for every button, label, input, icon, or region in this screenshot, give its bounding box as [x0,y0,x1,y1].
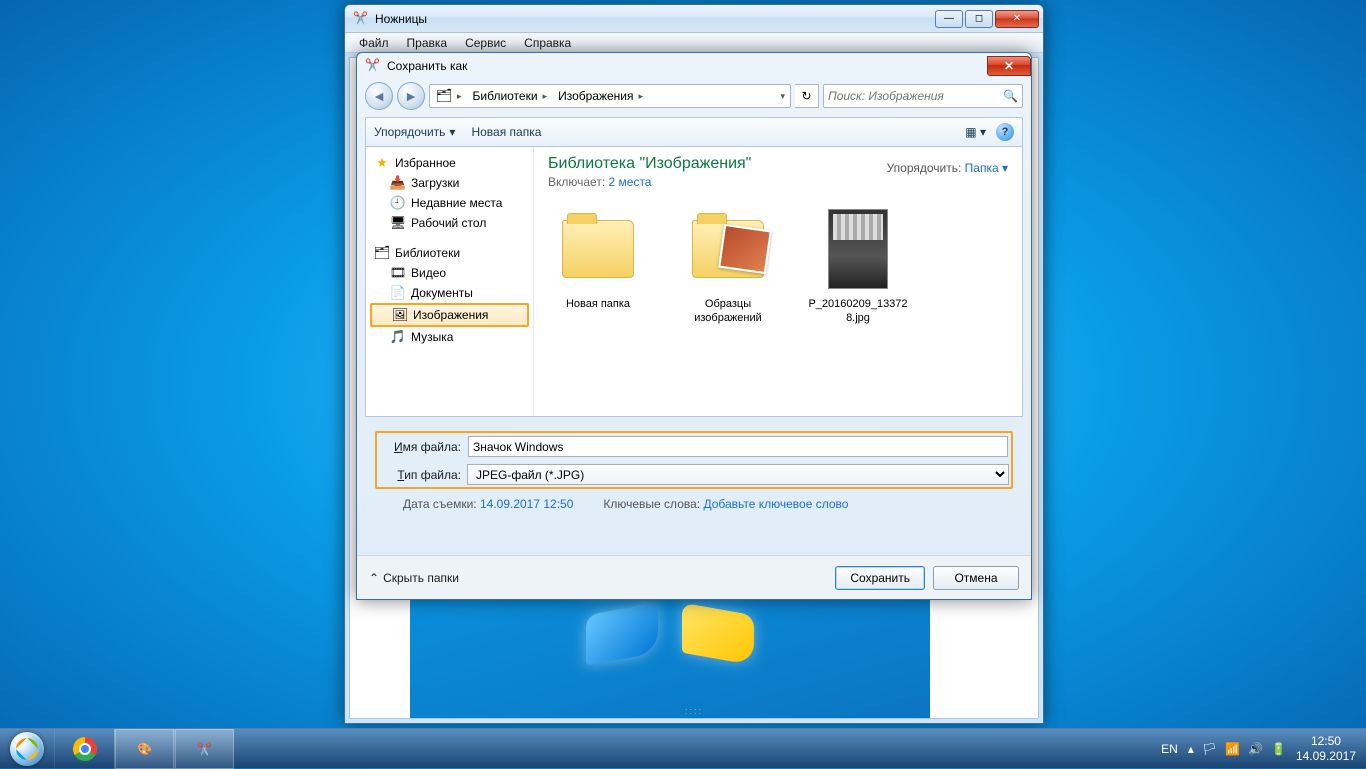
menu-edit[interactable]: Правка [399,35,456,51]
taskbar-paint[interactable]: 🎨 [114,729,174,769]
library-icon: 🗂 [374,245,390,261]
meta-date: Дата съемки: 14.09.2017 12:50 [403,497,573,511]
list-item[interactable]: Образцы изображений [678,207,778,326]
menu-help[interactable]: Справка [516,35,579,51]
chevron-right-icon: ▸ [540,91,551,102]
recent-icon: 🕘 [390,195,406,211]
language-indicator[interactable]: EN [1161,742,1178,756]
dialog-titlebar[interactable]: ✂️ Сохранить как ✕ [357,53,1031,79]
chevron-up-icon: ⌃ [369,571,379,585]
sidebar-item-videos[interactable]: 🎞Видео [366,263,533,283]
filename-label: Имя файла: [379,440,461,454]
star-icon: ★ [374,155,390,171]
volume-icon[interactable]: 🔊 [1248,742,1263,756]
taskbar: 🎨 ✂️ EN ▴ 🏳 📶 🔊 🔋 12:50 14.09.2017 [0,728,1366,768]
arrange-link[interactable]: Папка ▾ [965,161,1008,175]
taskbar-snipping[interactable]: ✂️ [174,729,234,769]
sidebar-libraries[interactable]: 🗂Библиотеки [366,243,533,263]
search-box[interactable]: 🔍 [823,84,1023,108]
chevron-down-icon: ▾ [449,125,455,139]
snip-title: Ножницы [375,12,427,26]
folder-icon [692,220,764,278]
downloads-icon: 📥 [390,175,406,191]
library-icon: 🗂 [436,88,452,104]
sidebar-item-music[interactable]: 🎵Музыка [366,327,533,347]
chevron-right-icon: ▸ [636,91,647,102]
chevron-down-icon[interactable]: ▾ [777,91,788,102]
filetype-select[interactable]: JPEG-файл (*.JPG) [467,464,1009,485]
show-hidden-icon[interactable]: ▴ [1188,742,1194,756]
sidebar-favorites[interactable]: ★Избранное [366,153,533,173]
includes-link[interactable]: 2 места [609,175,652,189]
windows-orb-icon [10,732,44,766]
video-icon: 🎞 [390,265,406,281]
arrange-by: Упорядочить: Папка ▾ [887,161,1008,175]
search-icon[interactable]: 🔍 [1003,89,1018,103]
scissors-icon: ✂️ [365,58,381,74]
tray-clock[interactable]: 12:50 14.09.2017 [1296,734,1356,763]
folder-icon [562,220,634,278]
new-folder-button[interactable]: Новая папка [471,125,541,139]
menu-tools[interactable]: Сервис [457,35,514,51]
save-as-dialog: ✂️ Сохранить как ✕ ◄ ► 🗂▸ Библиотеки▸ Из… [356,52,1032,600]
music-icon: 🎵 [390,329,406,345]
resize-grip[interactable]: :::: [685,706,703,716]
nav-forward-button[interactable]: ► [397,82,425,110]
menu-file[interactable]: Файл [351,35,397,51]
help-icon[interactable]: ? [996,123,1014,141]
add-tag-link[interactable]: Добавьте ключевое слово [703,497,848,511]
taskbar-chrome[interactable] [54,729,114,769]
date-taken-link[interactable]: 14.09.2017 12:50 [480,497,573,511]
library-subtitle: Включает: 2 места [548,175,1008,189]
save-button[interactable]: Сохранить [835,566,925,590]
search-input[interactable] [828,89,1003,103]
image-thumbnail [828,209,888,289]
sidebar-item-downloads[interactable]: 📥Загрузки [366,173,533,193]
dialog-close-button[interactable]: ✕ [987,56,1031,76]
chevron-right-icon: ▸ [454,91,465,102]
sidebar-item-pictures[interactable]: 🖼Изображения [370,303,529,327]
breadcrumb[interactable]: 🗂▸ Библиотеки▸ Изображения▸ ▾ [429,84,791,108]
battery-icon[interactable]: 🔋 [1271,742,1286,756]
close-button[interactable]: ✕ [995,10,1039,28]
snip-menubar: Файл Правка Сервис Справка [345,33,1043,53]
pictures-icon: 🖼 [392,307,408,323]
system-tray: EN ▴ 🏳 📶 🔊 🔋 12:50 14.09.2017 [1151,734,1366,763]
file-list-pane[interactable]: Библиотека "Изображения" Включает: 2 мес… [534,147,1022,416]
breadcrumb-libraries[interactable]: Библиотеки [473,89,538,103]
nav-back-button[interactable]: ◄ [365,82,393,110]
sidebar-item-documents[interactable]: 📄Документы [366,283,533,303]
organize-button[interactable]: Упорядочить ▾ [374,125,455,139]
paint-icon: 🎨 [137,742,152,756]
list-item[interactable]: Новая папка [548,207,648,326]
document-icon: 📄 [390,285,406,301]
cancel-button[interactable]: Отмена [933,566,1019,590]
scissors-icon: ✂️ [353,11,369,27]
maximize-button[interactable]: ◻ [965,10,993,28]
list-item[interactable]: P_20160209_133728.jpg [808,207,908,326]
desktop-icon: 🖥 [390,215,406,231]
snip-titlebar[interactable]: ✂️ Ножницы — ◻ ✕ [345,5,1043,33]
chrome-icon [73,737,97,761]
filename-input[interactable] [468,436,1008,457]
view-mode-button[interactable]: ▦ ▾ [965,125,986,139]
dialog-title: Сохранить как [387,59,467,73]
network-icon[interactable]: 📶 [1225,742,1240,756]
scissors-icon: ✂️ [197,742,212,756]
sidebar-item-recent[interactable]: 🕘Недавние места [366,193,533,213]
refresh-button[interactable]: ↻ [795,84,819,108]
sidebar-item-desktop[interactable]: 🖥Рабочий стол [366,213,533,233]
breadcrumb-pictures[interactable]: Изображения [558,89,633,103]
flag-icon[interactable]: 🏳 [1202,742,1217,756]
navigation-sidebar: ★Избранное 📥Загрузки 🕘Недавние места 🖥Ра… [366,147,534,416]
filetype-label: Тип файла: [379,468,461,482]
meta-tags: Ключевые слова: Добавьте ключевое слово [603,497,848,511]
dialog-toolbar: Упорядочить ▾ Новая папка ▦ ▾ ? [365,117,1023,147]
start-button[interactable] [0,729,54,769]
minimize-button[interactable]: — [935,10,963,28]
hide-folders-button[interactable]: ⌃ Скрыть папки [369,571,459,585]
